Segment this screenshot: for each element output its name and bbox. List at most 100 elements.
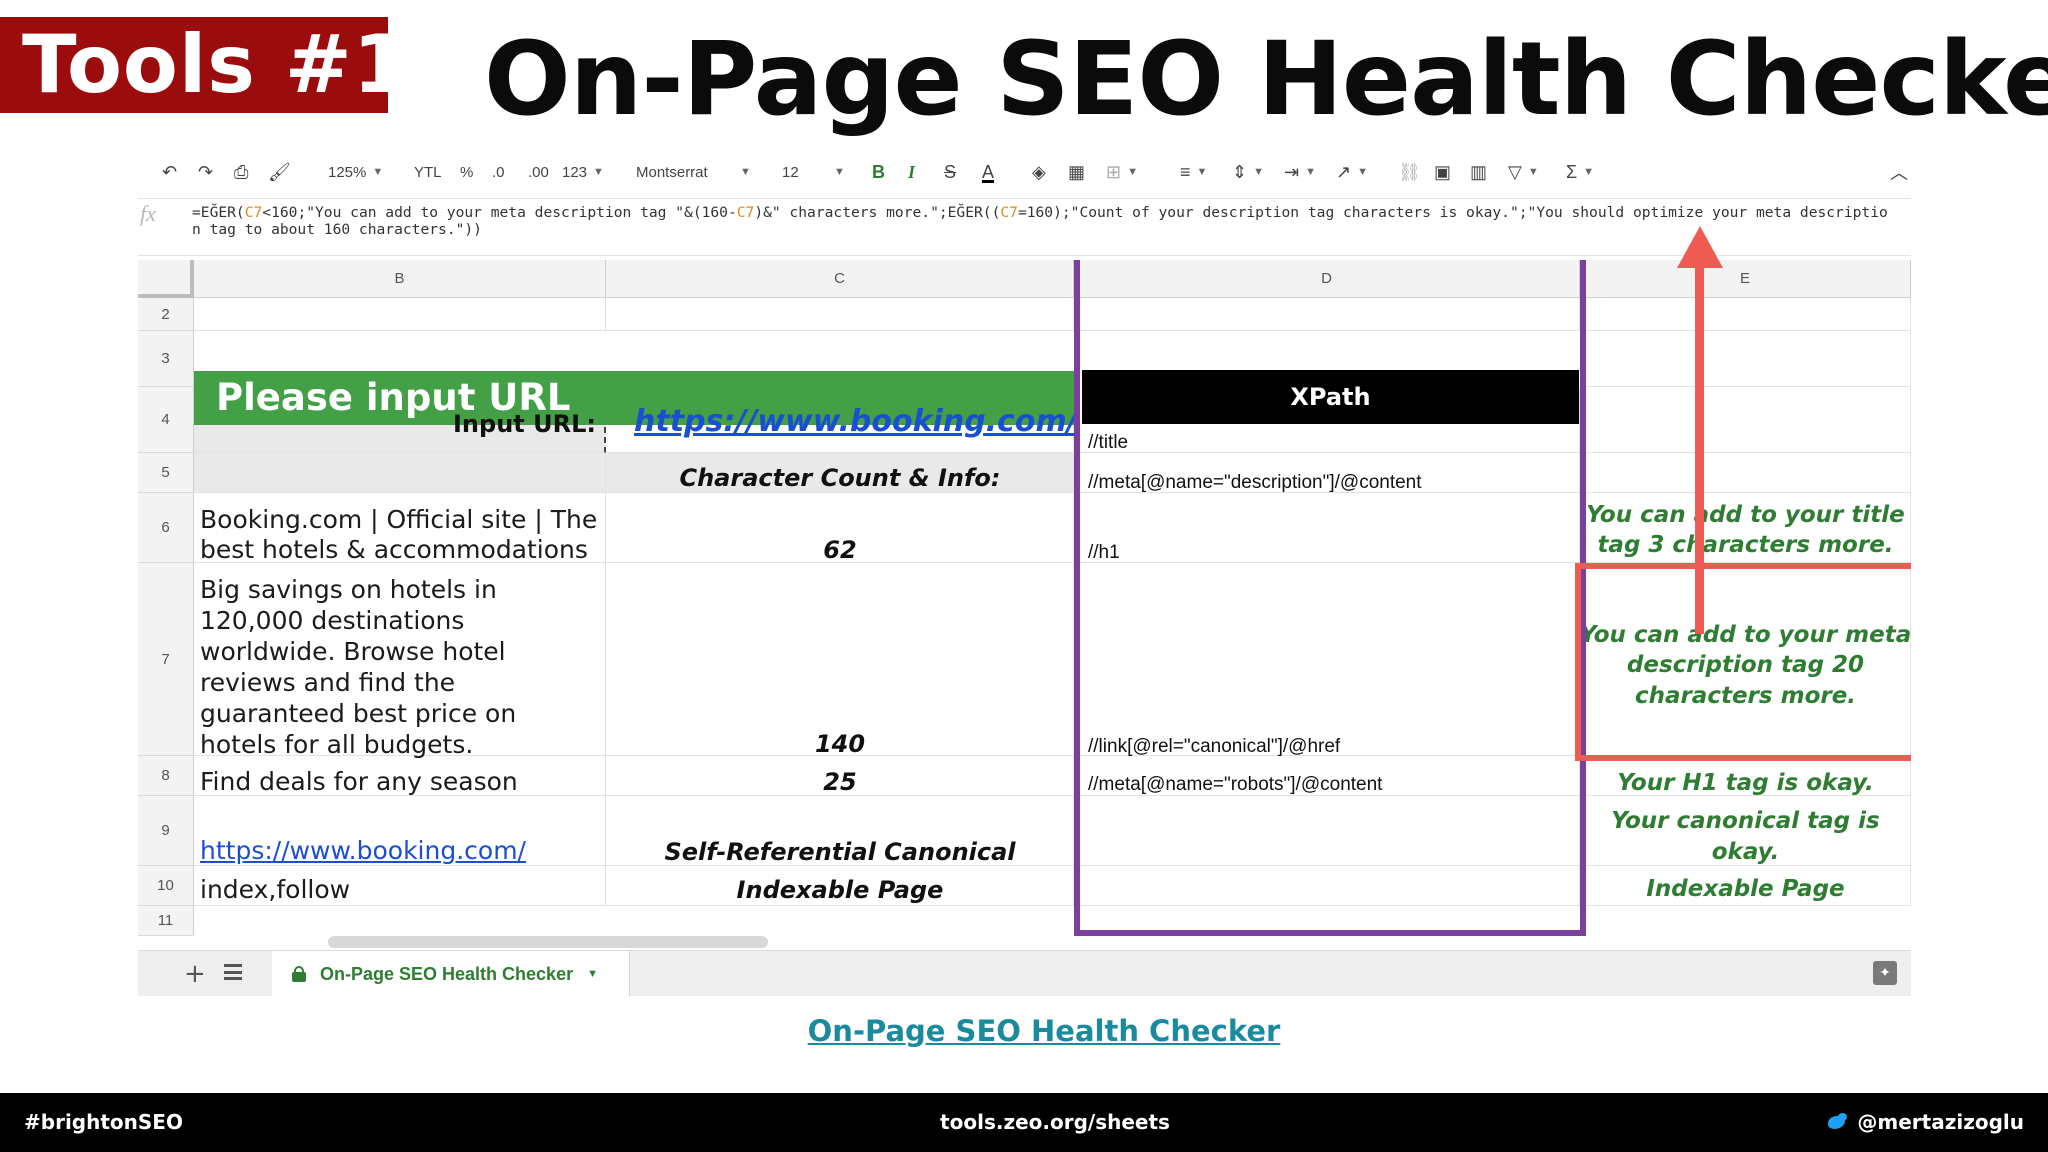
- canonical-info: Self-Referential Canonical: [664, 838, 1016, 866]
- print-icon[interactable]: ⎙: [234, 158, 248, 186]
- explore-icon[interactable]: ✦: [1873, 961, 1897, 985]
- row-header-10[interactable]: 10: [138, 866, 194, 906]
- chevron-down-icon: ▼: [1127, 166, 1138, 178]
- font-size-select[interactable]: 12 ▼: [782, 158, 845, 186]
- collapse-toolbar-icon[interactable]: ︿: [1890, 158, 1908, 186]
- chart-icon[interactable]: ▥: [1470, 158, 1487, 186]
- description-advice-highlight: [1575, 563, 1911, 761]
- arrow-shaft: [1695, 244, 1704, 634]
- page-title-line1: Booking.com | Official site | The: [200, 505, 598, 534]
- row-header-4[interactable]: 4: [138, 387, 194, 453]
- row-header-3[interactable]: 3: [138, 331, 194, 387]
- text-color-button[interactable]: A: [982, 158, 994, 186]
- formula-bar[interactable]: fx =EĞER(C7<160;"You can add to your met…: [138, 198, 1911, 256]
- cell-c7[interactable]: [606, 563, 1074, 756]
- slide: Tools #1 On-Page SEO Health Checker ↶ ↷ …: [0, 0, 2048, 1152]
- input-url-value[interactable]: https://www.booking.com/: [634, 404, 1078, 439]
- footer-url: tools.zeo.org/sheets: [940, 1110, 1170, 1134]
- slide-title: On-Page SEO Health Checker: [484, 20, 2048, 139]
- row-header-9[interactable]: 9: [138, 796, 194, 866]
- cell-b2[interactable]: [194, 298, 606, 331]
- formula-text[interactable]: =EĞER(C7<160;"You can add to your meta d…: [192, 204, 1892, 238]
- text-wrap-icon[interactable]: ⇥ ▼: [1284, 158, 1316, 186]
- title-char-count: 62: [823, 536, 857, 564]
- link-icon[interactable]: ⛓: [1398, 158, 1421, 186]
- italic-button[interactable]: I: [908, 158, 915, 186]
- chevron-down-icon[interactable]: ▼: [587, 968, 598, 980]
- functions-button[interactable]: Σ ▼: [1566, 158, 1594, 186]
- meta-description-line: 120,000 destinations: [200, 606, 465, 635]
- select-all-corner[interactable]: [138, 260, 194, 298]
- more-formats-label: 123: [562, 163, 588, 181]
- cell-b5[interactable]: [194, 453, 606, 493]
- vertical-align-icon[interactable]: ⇕ ▼: [1232, 158, 1264, 186]
- undo-icon[interactable]: ↶: [162, 158, 177, 186]
- row-header-6[interactable]: 6: [138, 493, 194, 563]
- currency-format-button[interactable]: YTL: [414, 158, 442, 186]
- paint-format-icon[interactable]: 🖌: [268, 158, 291, 186]
- meta-description-line: hotels for all budgets.: [200, 730, 474, 759]
- bold-button[interactable]: B: [872, 158, 885, 186]
- increase-decimal-button[interactable]: .00: [528, 158, 549, 186]
- comment-icon[interactable]: ▣: [1434, 158, 1451, 186]
- meta-description-line: guaranteed best price on: [200, 699, 517, 728]
- column-header-c[interactable]: C: [606, 260, 1074, 298]
- percent-format-button[interactable]: %: [460, 158, 473, 186]
- cell-e5[interactable]: [1580, 453, 1911, 493]
- decrease-decimal-button[interactable]: .0: [492, 158, 505, 186]
- redo-icon[interactable]: ↷: [198, 158, 213, 186]
- advice-title-line2: tag 3 characters more.: [1597, 532, 1894, 558]
- cell-e4[interactable]: [1580, 387, 1911, 453]
- meta-description-line: Big savings on hotels in: [200, 575, 497, 604]
- add-sheet-button[interactable]: +: [184, 959, 206, 989]
- fill-color-icon[interactable]: ◈: [1032, 158, 1046, 186]
- font-select[interactable]: Montserrat ▼: [636, 158, 751, 186]
- formula-cell-ref: C7: [736, 204, 755, 221]
- chevron-down-icon: ▼: [1357, 166, 1368, 178]
- filter-icon[interactable]: ▽ ▼: [1508, 158, 1539, 186]
- align-icon[interactable]: ≡ ▼: [1180, 158, 1207, 186]
- row-header-7[interactable]: 7: [138, 563, 194, 756]
- all-sheets-icon[interactable]: [224, 964, 242, 980]
- advice-canonical-line1: Your canonical tag is: [1611, 808, 1880, 834]
- cell-e2[interactable]: [1580, 298, 1911, 331]
- lock-icon: [292, 966, 306, 982]
- formula-cell-ref: C7: [244, 204, 263, 221]
- chevron-down-icon: ▼: [1196, 166, 1208, 178]
- formula-part: <160;"You can add to your meta descripti…: [262, 204, 737, 221]
- twitter-icon: [1825, 1113, 1848, 1131]
- column-header-e[interactable]: E: [1580, 260, 1911, 298]
- chevron-down-icon: ▼: [834, 166, 845, 178]
- character-count-label: Character Count & Info:: [679, 464, 1001, 492]
- row-header-2[interactable]: 2: [138, 298, 194, 331]
- caption-link[interactable]: On-Page SEO Health Checker: [0, 1014, 2048, 1048]
- horizontal-scrollbar[interactable]: [328, 936, 768, 948]
- chevron-down-icon: ▼: [372, 166, 384, 178]
- borders-icon[interactable]: ▦: [1068, 158, 1085, 186]
- column-header-b[interactable]: B: [194, 260, 606, 298]
- font-name: Montserrat: [636, 163, 708, 181]
- sheet-toolbar: ↶ ↷ ⎙ 🖌 125% ▼ YTL % .0 .00 123 ▼ Montserr…: [138, 148, 1911, 196]
- row-header-11[interactable]: 11: [138, 906, 194, 936]
- row-header-5[interactable]: 5: [138, 453, 194, 493]
- tab-on-page-seo-health-checker[interactable]: On-Page SEO Health Checker ▼: [272, 951, 630, 997]
- page-title-line2: best hotels & accommodations: [200, 535, 588, 564]
- cell-e3[interactable]: [1580, 331, 1911, 387]
- advice-robots: Indexable Page: [1646, 876, 1845, 902]
- chevron-down-icon: ▼: [593, 166, 604, 178]
- tools-badge: Tools #1: [0, 17, 408, 113]
- formula-cell-ref: C7: [1000, 204, 1018, 221]
- chevron-down-icon: ▼: [1583, 166, 1595, 178]
- text-rotate-icon[interactable]: ↗ ▼: [1336, 158, 1368, 186]
- robots-text: index,follow: [200, 875, 351, 904]
- meta-description-line: reviews and find the: [200, 668, 456, 697]
- merge-cells-icon[interactable]: ⊞ ▼: [1106, 158, 1138, 186]
- advice-canonical-line2: okay.: [1711, 839, 1780, 865]
- cell-c2[interactable]: [606, 298, 1074, 331]
- more-formats-select[interactable]: 123 ▼: [562, 158, 604, 186]
- canonical-url[interactable]: https://www.booking.com/: [200, 836, 526, 865]
- zoom-select[interactable]: 125% ▼: [328, 158, 383, 186]
- strikethrough-button[interactable]: S: [944, 158, 956, 186]
- row-header-8[interactable]: 8: [138, 756, 194, 796]
- advice-h1: Your H1 tag is okay.: [1617, 770, 1874, 796]
